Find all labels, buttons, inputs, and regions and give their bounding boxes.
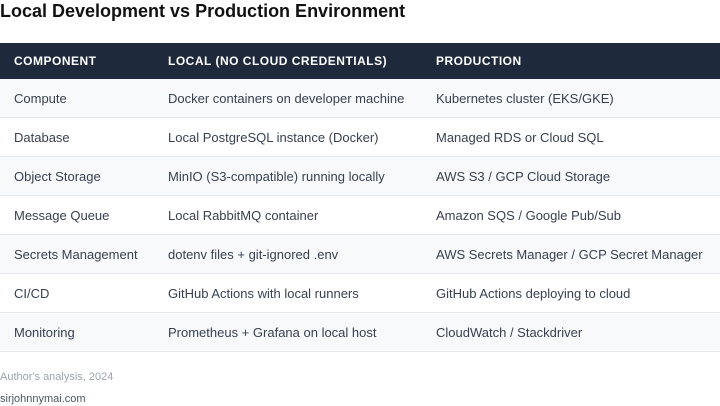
- cell-local: GitHub Actions with local runners: [154, 273, 422, 313]
- cell-local: Local PostgreSQL instance (Docker): [154, 117, 422, 157]
- table-row: Object Storage MinIO (S3-compatible) run…: [0, 156, 720, 196]
- cell-production: Kubernetes cluster (EKS/GKE): [422, 79, 720, 118]
- comparison-table: COMPONENT LOCAL (NO CLOUD CREDENTIALS) P…: [0, 43, 720, 352]
- cell-production: AWS S3 / GCP Cloud Storage: [422, 156, 720, 196]
- table-row: Secrets Management dotenv files + git-ig…: [0, 234, 720, 274]
- cell-component: CI/CD: [0, 273, 154, 313]
- cell-component: Monitoring: [0, 312, 154, 352]
- cell-local: Local RabbitMQ container: [154, 195, 422, 235]
- cell-component: Database: [0, 117, 154, 157]
- cell-component: Secrets Management: [0, 234, 154, 274]
- cell-production: Amazon SQS / Google Pub/Sub: [422, 195, 720, 235]
- column-header-local: LOCAL (NO CLOUD CREDENTIALS): [168, 54, 388, 68]
- site-credit: sirjohnnymai.com: [0, 393, 86, 405]
- cell-production: Managed RDS or Cloud SQL: [422, 117, 720, 157]
- column-header-component: COMPONENT: [14, 54, 97, 68]
- source-note: Author's analysis, 2024: [0, 371, 114, 383]
- table-header: COMPONENT LOCAL (NO CLOUD CREDENTIALS) P…: [0, 43, 720, 79]
- column-header-production: PRODUCTION: [436, 54, 522, 68]
- table-row: Compute Docker containers on developer m…: [0, 79, 720, 118]
- table-body: Compute Docker containers on developer m…: [0, 79, 720, 352]
- cell-production: AWS Secrets Manager / GCP Secret Manager: [422, 234, 720, 274]
- cell-local: MinIO (S3-compatible) running locally: [154, 156, 422, 196]
- cell-component: Compute: [0, 79, 154, 118]
- cell-local: Docker containers on developer machine: [154, 79, 422, 118]
- table-row: CI/CD GitHub Actions with local runners …: [0, 273, 720, 313]
- table-row: Monitoring Prometheus + Grafana on local…: [0, 312, 720, 352]
- cell-production: CloudWatch / Stackdriver: [422, 312, 720, 352]
- table-row: Database Local PostgreSQL instance (Dock…: [0, 117, 720, 157]
- cell-component: Message Queue: [0, 195, 154, 235]
- table-row: Message Queue Local RabbitMQ container A…: [0, 195, 720, 235]
- page-title: Local Development vs Production Environm…: [0, 1, 406, 21]
- table-header-row: COMPONENT LOCAL (NO CLOUD CREDENTIALS) P…: [0, 43, 720, 79]
- cell-production: GitHub Actions deploying to cloud: [422, 273, 720, 313]
- cell-component: Object Storage: [0, 156, 154, 196]
- cell-local: Prometheus + Grafana on local host: [154, 312, 422, 352]
- cell-local: dotenv files + git-ignored .env: [154, 234, 422, 274]
